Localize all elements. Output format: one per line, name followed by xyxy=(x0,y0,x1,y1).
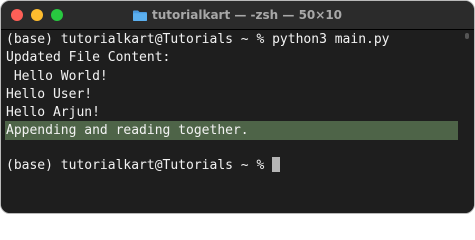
prompt-text: (base) tutorialkart@Tutorials ~ % xyxy=(6,158,273,173)
folder-icon xyxy=(132,10,147,21)
output-line: Hello User! xyxy=(6,87,93,102)
terminal-window: tutorialkart — -zsh — 50×10 (base) tutor… xyxy=(0,0,475,214)
output-line: Hello World! xyxy=(6,69,108,84)
output-line: Hello Arjun! xyxy=(6,105,100,120)
window-title-group: tutorialkart — -zsh — 50×10 xyxy=(1,1,474,29)
window-title: tutorialkart — -zsh — 50×10 xyxy=(151,8,343,22)
text-cursor xyxy=(272,157,281,172)
command-line: (base) tutorialkart@Tutorials ~ % python… xyxy=(6,32,390,47)
scrollbar[interactable] xyxy=(465,33,469,39)
output-line: Updated File Content: xyxy=(6,50,171,65)
title-bar[interactable]: tutorialkart — -zsh — 50×10 xyxy=(1,1,474,30)
terminal-content[interactable]: (base) tutorialkart@Tutorials ~ % python… xyxy=(1,30,474,213)
prompt-line[interactable]: (base) tutorialkart@Tutorials ~ % xyxy=(6,156,281,175)
output-line-highlighted: Appending and reading together. xyxy=(6,123,249,138)
